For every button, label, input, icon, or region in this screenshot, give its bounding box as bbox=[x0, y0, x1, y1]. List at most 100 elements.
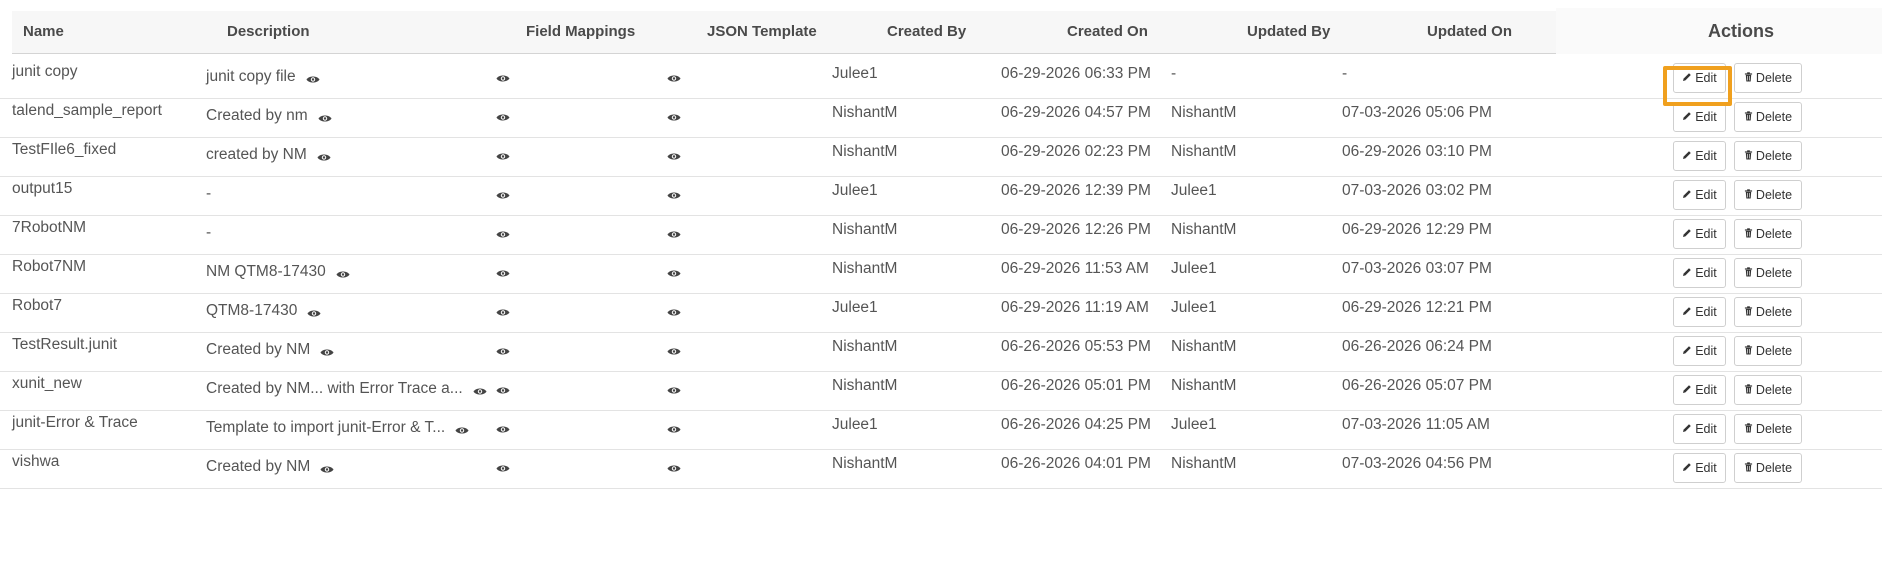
edit-button[interactable]: Edit bbox=[1673, 219, 1726, 249]
delete-button[interactable]: Delete bbox=[1734, 180, 1802, 210]
delete-button[interactable]: Delete bbox=[1734, 141, 1802, 171]
edit-button[interactable]: Edit bbox=[1673, 453, 1726, 483]
cell-name: TestResult.junit bbox=[12, 336, 118, 353]
cell-created-by: NishantM bbox=[832, 338, 898, 355]
edit-button-label: Edit bbox=[1695, 188, 1717, 202]
delete-button[interactable]: Delete bbox=[1734, 219, 1802, 249]
json-template-eye-icon[interactable] bbox=[667, 70, 681, 82]
delete-button[interactable]: Delete bbox=[1734, 414, 1802, 444]
json-template-eye-icon[interactable] bbox=[667, 109, 681, 121]
column-header-updated-on[interactable]: Updated On bbox=[1427, 11, 1512, 53]
column-header-json-template[interactable]: JSON Template bbox=[707, 11, 817, 53]
edit-button[interactable]: Edit bbox=[1673, 141, 1726, 171]
cell-updated-on: 06-29-2026 12:29 PM bbox=[1342, 221, 1492, 238]
cell-created-on: 06-29-2026 11:53 AM bbox=[1001, 260, 1149, 277]
field-mappings-eye-icon[interactable] bbox=[496, 109, 510, 121]
edit-button[interactable]: Edit bbox=[1673, 375, 1726, 405]
description-text: created by NM bbox=[206, 146, 307, 163]
delete-button[interactable]: Delete bbox=[1734, 453, 1802, 483]
view-description-eye-icon[interactable] bbox=[336, 266, 350, 278]
json-template-eye-icon[interactable] bbox=[667, 226, 681, 238]
edit-button[interactable]: Edit bbox=[1673, 297, 1726, 327]
edit-button-label: Edit bbox=[1695, 422, 1717, 436]
cell-name: Robot7NM bbox=[12, 258, 87, 275]
view-description-eye-icon[interactable] bbox=[320, 461, 334, 473]
delete-button[interactable]: Delete bbox=[1734, 102, 1802, 132]
field-mappings-eye-icon[interactable] bbox=[496, 226, 510, 238]
trash-icon bbox=[1744, 298, 1753, 326]
edit-button[interactable]: Edit bbox=[1673, 336, 1726, 366]
delete-button[interactable]: Delete bbox=[1734, 336, 1802, 366]
cell-updated-on: 06-29-2026 03:10 PM bbox=[1342, 143, 1492, 160]
delete-button-label: Delete bbox=[1755, 422, 1793, 436]
cell-updated-on: 07-03-2026 11:05 AM bbox=[1342, 416, 1490, 433]
cell-name: talend_sample_report bbox=[12, 102, 162, 119]
field-mappings-eye-icon[interactable] bbox=[496, 382, 510, 394]
cell-description: - bbox=[206, 185, 211, 203]
pencil-icon bbox=[1682, 103, 1692, 131]
view-description-eye-icon[interactable] bbox=[317, 149, 331, 161]
column-header-field-mappings[interactable]: Field Mappings bbox=[526, 11, 635, 53]
delete-button[interactable]: Delete bbox=[1734, 63, 1802, 93]
json-template-eye-icon[interactable] bbox=[667, 265, 681, 277]
description-text: Created by NM bbox=[206, 458, 311, 475]
cell-name: Robot7 bbox=[12, 297, 62, 314]
column-header-description[interactable]: Description bbox=[227, 11, 310, 53]
description-text: Created by NM... with Error Trace a... bbox=[206, 380, 463, 397]
column-header-updated-by[interactable]: Updated By bbox=[1247, 11, 1330, 53]
edit-button[interactable]: Edit bbox=[1673, 414, 1726, 444]
trash-icon bbox=[1744, 376, 1753, 404]
view-description-eye-icon[interactable] bbox=[473, 383, 487, 395]
field-mappings-eye-icon[interactable] bbox=[496, 148, 510, 160]
pencil-icon bbox=[1682, 415, 1692, 443]
cell-created-on: 06-29-2026 04:57 PM bbox=[1001, 104, 1151, 121]
delete-button-label: Delete bbox=[1755, 149, 1793, 163]
edit-button[interactable]: Edit bbox=[1673, 258, 1726, 288]
cell-updated-by: NishantM bbox=[1171, 104, 1237, 121]
column-header-created-on[interactable]: Created On bbox=[1067, 11, 1148, 53]
description-text: Created by nm bbox=[206, 107, 308, 124]
json-template-eye-icon[interactable] bbox=[667, 304, 681, 316]
column-header-name[interactable]: Name bbox=[23, 11, 64, 53]
cell-updated-by: Julee1 bbox=[1171, 299, 1217, 316]
cell-description: created by NM bbox=[206, 146, 331, 164]
json-template-eye-icon[interactable] bbox=[667, 187, 681, 199]
delete-button[interactable]: Delete bbox=[1734, 297, 1802, 327]
field-mappings-eye-icon[interactable] bbox=[496, 343, 510, 355]
trash-icon bbox=[1744, 337, 1753, 365]
cell-created-by: Julee1 bbox=[832, 65, 878, 82]
delete-button[interactable]: Delete bbox=[1734, 375, 1802, 405]
field-mappings-eye-icon[interactable] bbox=[496, 265, 510, 277]
pencil-icon bbox=[1682, 259, 1692, 287]
edit-button[interactable]: Edit bbox=[1673, 180, 1726, 210]
view-description-eye-icon[interactable] bbox=[320, 344, 334, 356]
view-description-eye-icon[interactable] bbox=[307, 305, 321, 317]
view-description-eye-icon[interactable] bbox=[455, 422, 469, 434]
field-mappings-eye-icon[interactable] bbox=[496, 70, 510, 82]
delete-button-label: Delete bbox=[1755, 110, 1793, 124]
field-mappings-eye-icon[interactable] bbox=[496, 187, 510, 199]
edit-button[interactable]: Edit bbox=[1673, 102, 1726, 132]
pencil-icon bbox=[1682, 454, 1692, 482]
json-template-eye-icon[interactable] bbox=[667, 343, 681, 355]
description-text: QTM8-17430 bbox=[206, 302, 298, 319]
pencil-icon bbox=[1682, 298, 1692, 326]
json-template-eye-icon[interactable] bbox=[667, 148, 681, 160]
cell-name: TestFIle6_fixed bbox=[12, 141, 117, 158]
cell-created-by: NishantM bbox=[832, 143, 898, 160]
cell-description: NM QTM8-17430 bbox=[206, 263, 350, 281]
column-header-created-by[interactable]: Created By bbox=[887, 11, 966, 53]
field-mappings-eye-icon[interactable] bbox=[496, 460, 510, 472]
cell-updated-on: - bbox=[1342, 65, 1348, 82]
json-template-eye-icon[interactable] bbox=[667, 421, 681, 433]
field-mappings-eye-icon[interactable] bbox=[496, 304, 510, 316]
delete-button[interactable]: Delete bbox=[1734, 258, 1802, 288]
view-description-eye-icon[interactable] bbox=[318, 110, 332, 122]
description-text: - bbox=[206, 185, 212, 202]
json-template-eye-icon[interactable] bbox=[667, 382, 681, 394]
view-description-eye-icon[interactable] bbox=[306, 71, 320, 83]
edit-button-label: Edit bbox=[1695, 149, 1717, 163]
field-mappings-eye-icon[interactable] bbox=[496, 421, 510, 433]
trash-icon bbox=[1744, 142, 1753, 170]
json-template-eye-icon[interactable] bbox=[667, 460, 681, 472]
